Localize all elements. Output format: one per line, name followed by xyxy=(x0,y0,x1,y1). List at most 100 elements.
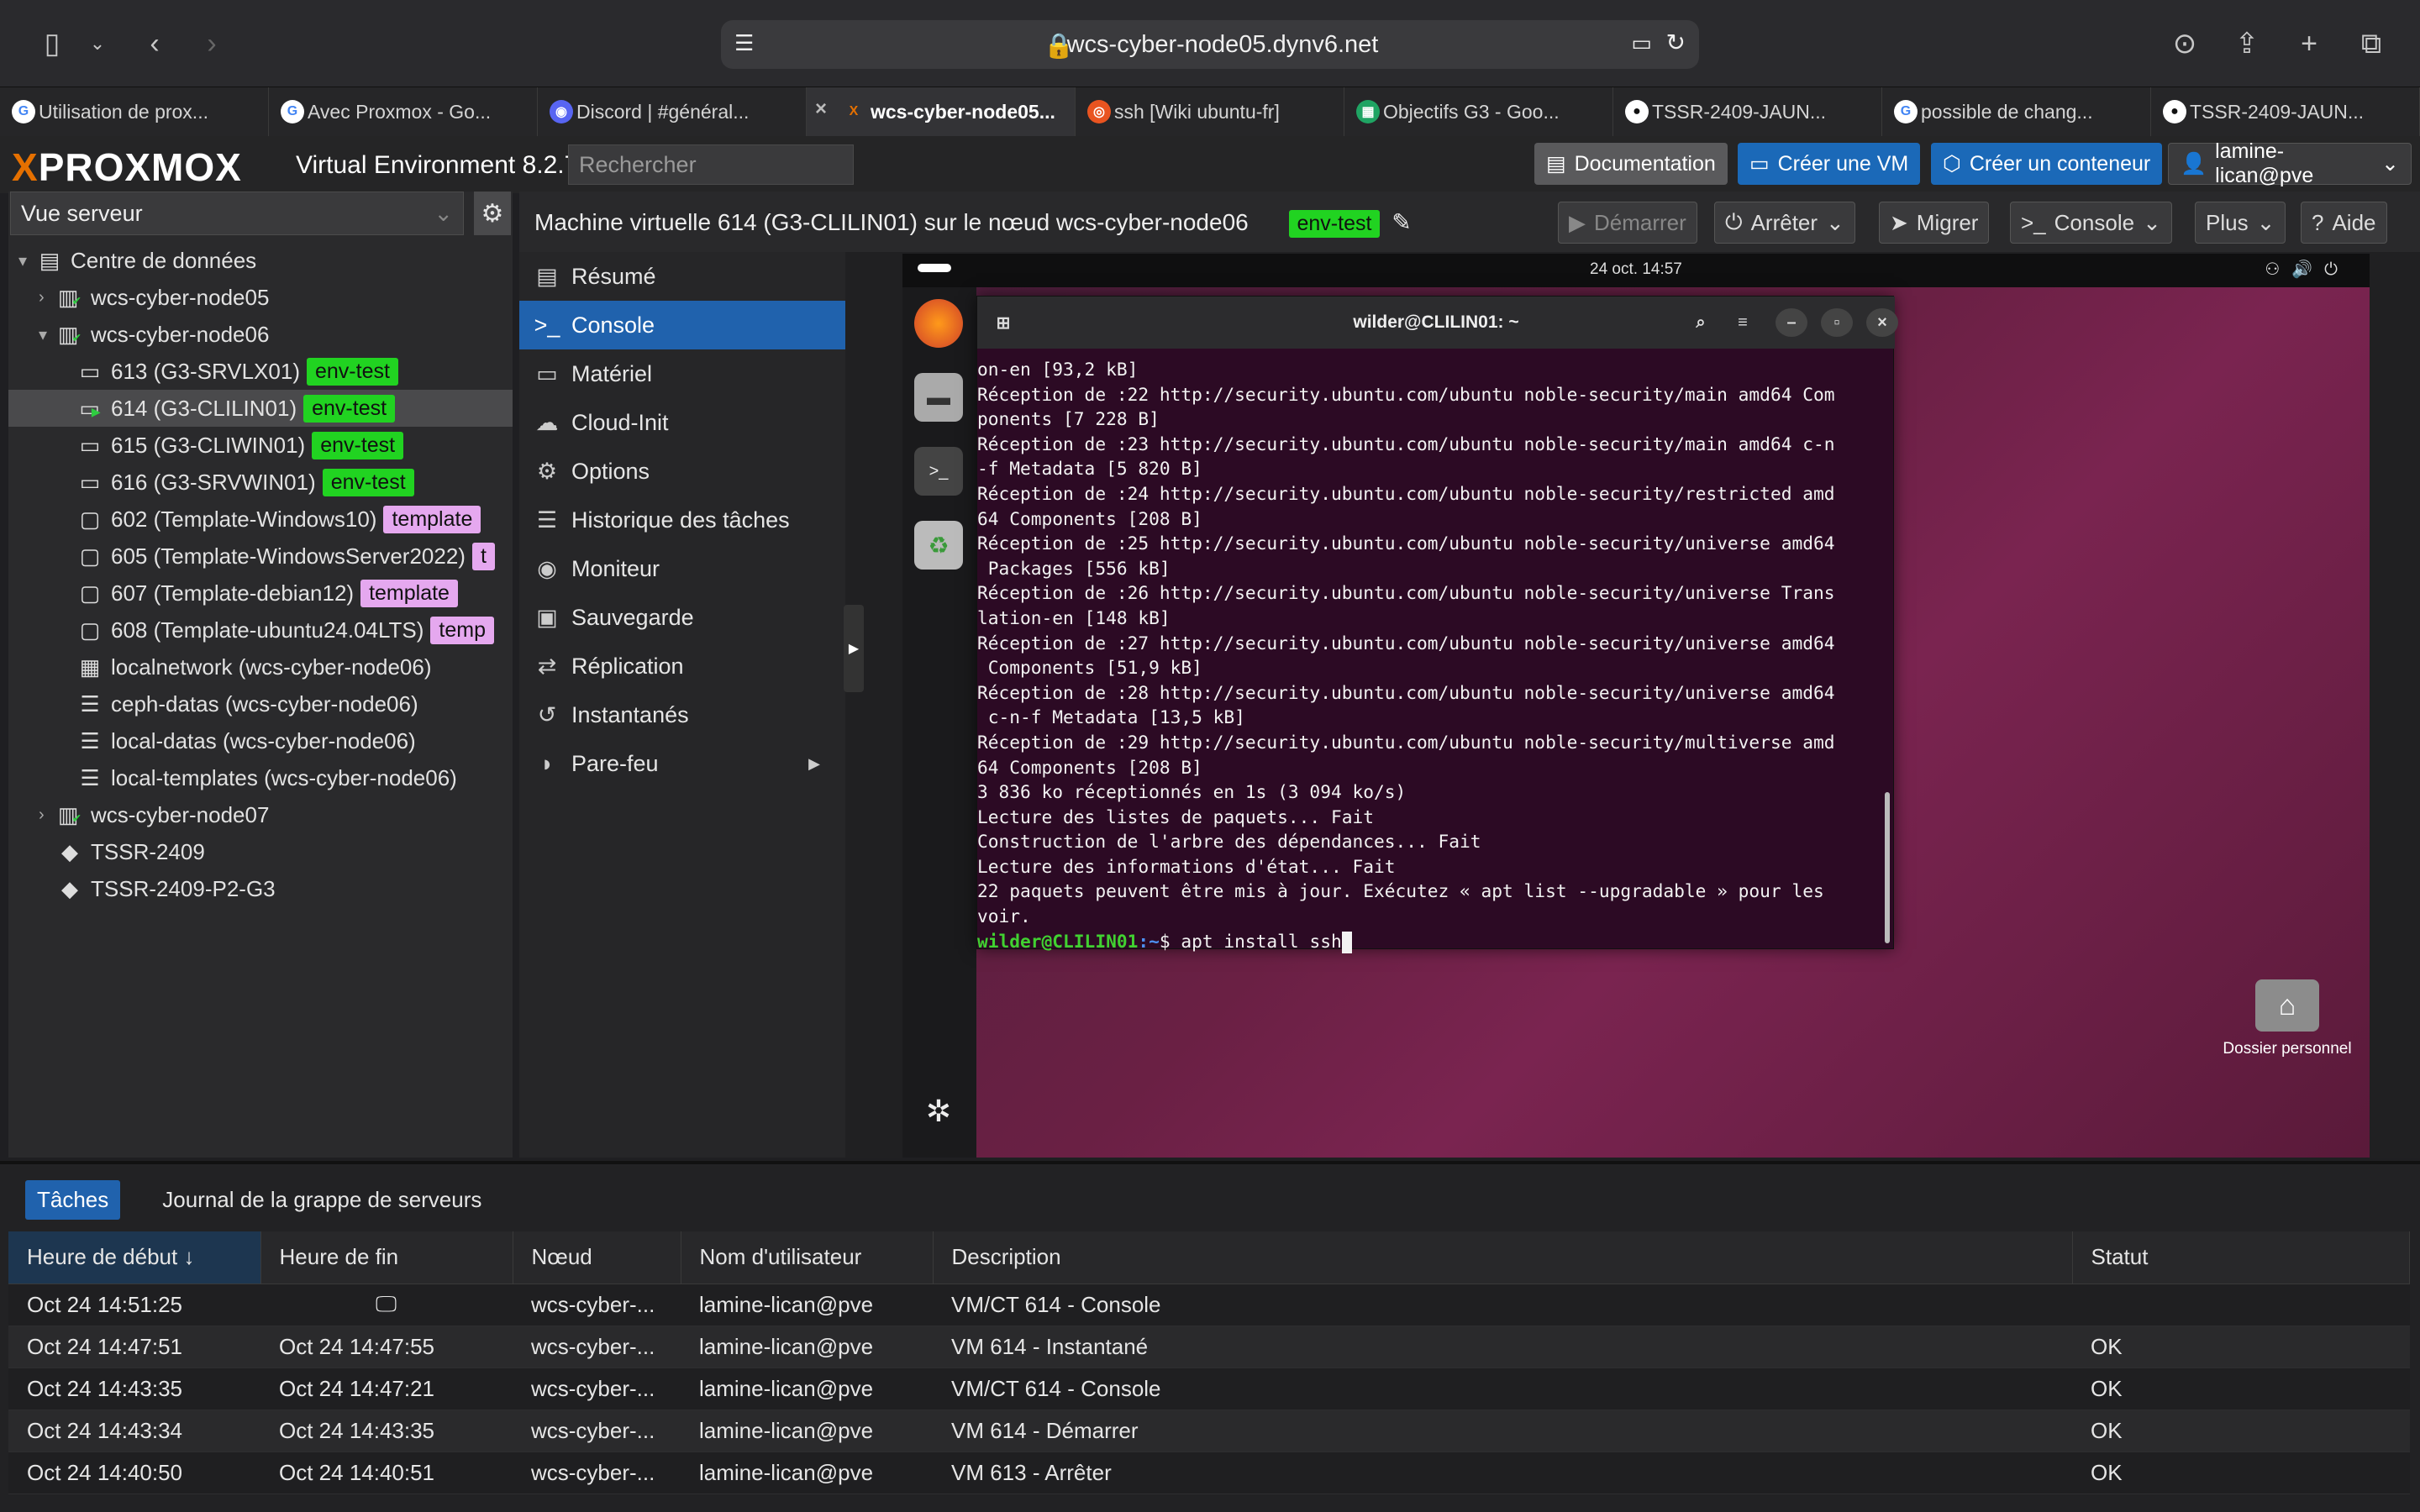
terminal-prompt-line[interactable]: wilder@CLILIN01:~$ apt install ssh xyxy=(977,929,1886,954)
vm-menu-item[interactable]: ☰ Historique des tâches xyxy=(519,496,845,544)
vm-tag[interactable]: env-test xyxy=(1288,210,1381,238)
browser-tab[interactable]: Gpossible de chang... xyxy=(1882,87,2151,136)
col-status[interactable]: Statut xyxy=(2072,1231,2410,1284)
expand-arrow-icon[interactable]: ▾ xyxy=(39,324,57,345)
vm-menu-item[interactable]: ▤ Résumé xyxy=(519,252,845,301)
tree-item[interactable]: ▾ ▤ Centre de données xyxy=(8,242,513,279)
browser-tab[interactable]: G Utilisation de prox... xyxy=(0,87,269,136)
help-button[interactable]: ? Aide xyxy=(2301,202,2387,244)
tree-item[interactable]: › ▥✔ wcs-cyber-node07 xyxy=(8,796,513,833)
share-icon[interactable]: ⇪ xyxy=(2225,22,2269,66)
table-row[interactable]: Oct 24 14:43:35 Oct 24 14:47:21 wcs-cyber-… xyxy=(8,1368,2410,1410)
app-grid-icon[interactable]: ✲ xyxy=(914,1087,963,1136)
start-button[interactable]: ▶ Démarrer xyxy=(1558,202,1697,244)
tree-item[interactable]: ☰ ceph-datas (wcs-cyber-node06) xyxy=(8,685,513,722)
vm-menu-item[interactable]: ↺ Instantanés xyxy=(519,690,845,739)
browser-tab[interactable]: ◉ Discord | #général... xyxy=(538,87,807,136)
submenu-arrow-icon[interactable]: ▶ xyxy=(808,755,820,773)
sidebar-toggle-icon[interactable]: ▯ xyxy=(30,22,74,66)
vm-menu-item[interactable]: ⚙ Options xyxy=(519,447,845,496)
col-description[interactable]: Description xyxy=(933,1231,2073,1284)
tab-overview-icon[interactable]: ▭ xyxy=(1631,30,1652,56)
files-icon[interactable]: ▬ xyxy=(914,373,963,422)
reader-icon[interactable]: ☰ xyxy=(734,30,754,56)
tab-cluster-log[interactable]: Journal de la grappe de serveurs xyxy=(150,1180,493,1220)
table-row[interactable]: Oct 24 14:51:25 🖵 wcs-cyber-... lamine-lica… xyxy=(8,1284,2410,1326)
more-button[interactable]: Plus ⌄ xyxy=(2195,202,2286,244)
vm-menu-item[interactable]: ▭ Matériel xyxy=(519,349,845,398)
browser-tab[interactable]: X × wcs-cyber-node05... xyxy=(807,87,1076,136)
expand-arrow-icon[interactable]: › xyxy=(39,288,57,307)
back-icon[interactable]: ‹ xyxy=(133,22,176,66)
vm-menu-item[interactable]: >_ Console xyxy=(519,301,845,349)
close-tab-icon[interactable]: × xyxy=(815,97,827,121)
home-folder-desktop-icon[interactable]: ⌂ Dossier personnel xyxy=(2212,979,2363,1058)
browser-tab[interactable]: ● TSSR-2409-JAUN... xyxy=(1613,87,1882,136)
tree-item[interactable]: ▭▶ 614 (G3-CLILIN01) env-test xyxy=(8,390,513,427)
vm-menu-item[interactable]: ◗ Pare-feu ▶ xyxy=(519,739,845,788)
tree-item[interactable]: ▭ 613 (G3-SRVLX01) env-test xyxy=(8,353,513,390)
tree-item[interactable]: › ▥✔ wcs-cyber-node05 xyxy=(8,279,513,316)
clock[interactable]: 24 oct. 14:57 xyxy=(1590,260,1682,279)
vm-menu-item[interactable]: ◉ Moniteur xyxy=(519,544,845,593)
minimize-icon[interactable]: – xyxy=(1776,308,1807,337)
browser-tab[interactable]: ▦ Objectifs G3 - Goo... xyxy=(1344,87,1613,136)
address-bar[interactable]: ☰ 🔒 wcs-cyber-node05.dynv6.net ▭ ↻ xyxy=(721,20,1699,69)
stop-button[interactable]: ⏻ Arrêter ⌄ xyxy=(1714,202,1855,244)
tree-item[interactable]: ▾ ▥✔ wcs-cyber-node06 xyxy=(8,316,513,353)
tree-item[interactable]: ▭ 615 (G3-CLIWIN01) env-test xyxy=(8,427,513,464)
vm-menu-item[interactable]: ▣ Sauvegarde xyxy=(519,593,845,642)
documentation-button[interactable]: ▤ Documentation xyxy=(1534,143,1728,185)
trash-icon[interactable]: ♻ xyxy=(914,521,963,570)
browser-tab[interactable]: ● TSSR-2409-JAUN... xyxy=(2151,87,2420,136)
firefox-icon[interactable] xyxy=(914,299,963,348)
user-menu-button[interactable]: 👤 lamine-lican@pve ⌄ xyxy=(2168,139,2412,187)
tree-item[interactable]: ☰ local-templates (wcs-cyber-node06) xyxy=(8,759,513,796)
browser-tab[interactable]: ◎ ssh [Wiki ubuntu-fr] xyxy=(1076,87,1344,136)
search-icon[interactable]: ⌕ xyxy=(1685,308,1717,337)
activities-indicator[interactable] xyxy=(918,264,951,272)
chevron-down-icon[interactable]: ⌄ xyxy=(76,22,119,66)
tree-item[interactable]: ▦ localnetwork (wcs-cyber-node06) xyxy=(8,648,513,685)
migrate-button[interactable]: ➤ Migrer xyxy=(1879,202,1990,244)
tree-item[interactable]: ▭ 616 (G3-SRVWIN01) env-test xyxy=(8,464,513,501)
expand-arrow-icon[interactable]: › xyxy=(39,806,57,825)
table-row[interactable]: Oct 24 14:43:34 Oct 24 14:43:35 wcs-cyber-… xyxy=(8,1410,2410,1452)
tree-item[interactable]: ▢ 608 (Template-ubuntu24.04LTS) temp xyxy=(8,612,513,648)
search-input[interactable]: Rechercher xyxy=(568,144,854,185)
vm-menu-item[interactable]: ☁ Cloud-Init xyxy=(519,398,845,447)
gear-icon[interactable]: ⚙ xyxy=(474,192,511,235)
download-icon[interactable]: ⊙ xyxy=(2163,22,2207,66)
view-select[interactable]: Vue serveur ⌄ xyxy=(10,192,464,235)
forward-icon[interactable]: › xyxy=(190,22,234,66)
monitor-icon[interactable]: 🖵 xyxy=(376,1291,397,1316)
tree-item[interactable]: ▢ 607 (Template-debian12) template xyxy=(8,575,513,612)
browser-tab[interactable]: G Avec Proxmox - Go... xyxy=(269,87,538,136)
maximize-icon[interactable]: ▫ xyxy=(1821,308,1853,337)
col-user[interactable]: Nom d'utilisateur xyxy=(681,1231,934,1284)
new-tab-icon[interactable]: ⊞ xyxy=(987,308,1019,337)
tree-item[interactable]: ◆ TSSR-2409-P2-G3 xyxy=(8,870,513,907)
table-row[interactable]: Oct 24 14:47:51 Oct 24 14:47:55 wcs-cyber-… xyxy=(8,1326,2410,1368)
vm-console-screen[interactable]: 24 oct. 14:57 ⚇🔊⏻ ▬ >_ ♻ ✲ ⊞ wilder@CLIL… xyxy=(902,254,2370,1158)
terminal-window[interactable]: ⊞ wilder@CLILIN01: ~ ⌕ ≡ – ▫ × on-en [93… xyxy=(976,296,1898,953)
table-row[interactable]: Oct 24 14:40:50 Oct 24 14:40:51 wcs-cyber-… xyxy=(8,1452,2410,1494)
create-vm-button[interactable]: ▭ Créer une VM xyxy=(1738,143,1921,185)
create-ct-button[interactable]: ⬡ Créer un conteneur xyxy=(1931,143,2163,185)
new-tab-icon[interactable]: + xyxy=(2287,22,2331,66)
close-icon[interactable]: × xyxy=(1866,308,1898,337)
col-start[interactable]: Heure de début ↓ xyxy=(8,1231,261,1284)
edit-pencil-icon[interactable]: ✎ xyxy=(1392,209,1411,235)
tree-item[interactable]: ☰ local-datas (wcs-cyber-node06) xyxy=(8,722,513,759)
collapse-arrow-icon[interactable]: ▶ xyxy=(844,605,864,692)
terminal-output[interactable]: on-en [93,2 kB] Réception de :22 http://s… xyxy=(977,352,1886,953)
tabs-icon[interactable]: ⧉ xyxy=(2349,22,2393,66)
tree-item[interactable]: ▢ 602 (Template-Windows10) template xyxy=(8,501,513,538)
hamburger-icon[interactable]: ≡ xyxy=(1727,308,1759,337)
tab-tasks[interactable]: Tâches xyxy=(25,1179,121,1220)
console-button[interactable]: >_ Console ⌄ xyxy=(2010,202,2172,244)
terminal-app-icon[interactable]: >_ xyxy=(914,447,963,496)
tree-item[interactable]: ▢ 605 (Template-WindowsServer2022) t xyxy=(8,538,513,575)
reload-icon[interactable]: ↻ xyxy=(1666,29,1686,56)
expand-arrow-icon[interactable]: ▾ xyxy=(18,250,37,271)
